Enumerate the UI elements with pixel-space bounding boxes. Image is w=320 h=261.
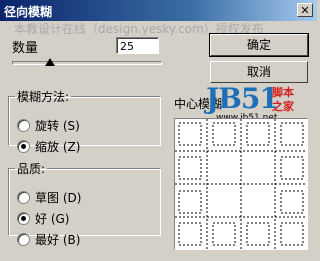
blur-center-preview[interactable] — [174, 118, 308, 250]
zoom-pattern-icon — [175, 119, 307, 249]
method-option-zoom[interactable]: 缩放 (Z) — [17, 138, 80, 155]
amount-slider[interactable] — [12, 61, 162, 65]
radio-draft[interactable] — [17, 191, 30, 204]
ok-button[interactable]: 确定 — [209, 33, 309, 57]
method-option-label: 缩放 (Z) — [35, 140, 81, 154]
cancel-button[interactable]: 取消 — [210, 61, 308, 83]
close-icon[interactable]: ✕ — [297, 3, 313, 17]
method-option-label: 旋转 (S) — [35, 119, 80, 133]
amount-input[interactable]: 25 — [116, 37, 159, 54]
radio-spin[interactable] — [17, 119, 30, 132]
quality-option-label: 最好 (B) — [35, 233, 81, 247]
logo-subtext-2: 之家 — [272, 100, 294, 113]
blur-method-group: 模糊方法: 旋转 (S) 缩放 (Z) — [8, 88, 161, 154]
radio-good[interactable] — [17, 212, 30, 225]
jb51-logo: JB51 — [206, 82, 279, 115]
quality-option-label: 好 (G) — [35, 212, 70, 226]
slider-thumb[interactable] — [44, 58, 55, 66]
radio-zoom[interactable] — [17, 140, 30, 153]
quality-option-label: 草图 (D) — [35, 191, 82, 205]
amount-label: 数量 — [12, 41, 39, 56]
radio-best[interactable] — [17, 233, 30, 246]
quality-option-good[interactable]: 好 (G) — [17, 210, 69, 227]
quality-option-best[interactable]: 最好 (B) — [17, 231, 80, 248]
blur-method-legend: 模糊方法: — [17, 90, 70, 104]
title-bar[interactable]: 径向模糊 ✕ — [0, 0, 317, 21]
quality-group: 品质: 草图 (D) 好 (G) 最好 (B) — [8, 160, 161, 247]
quality-legend: 品质: — [17, 162, 46, 176]
method-option-spin[interactable]: 旋转 (S) — [17, 117, 80, 134]
quality-option-draft[interactable]: 草图 (D) — [17, 189, 81, 206]
window-title: 径向模糊 — [4, 5, 53, 19]
